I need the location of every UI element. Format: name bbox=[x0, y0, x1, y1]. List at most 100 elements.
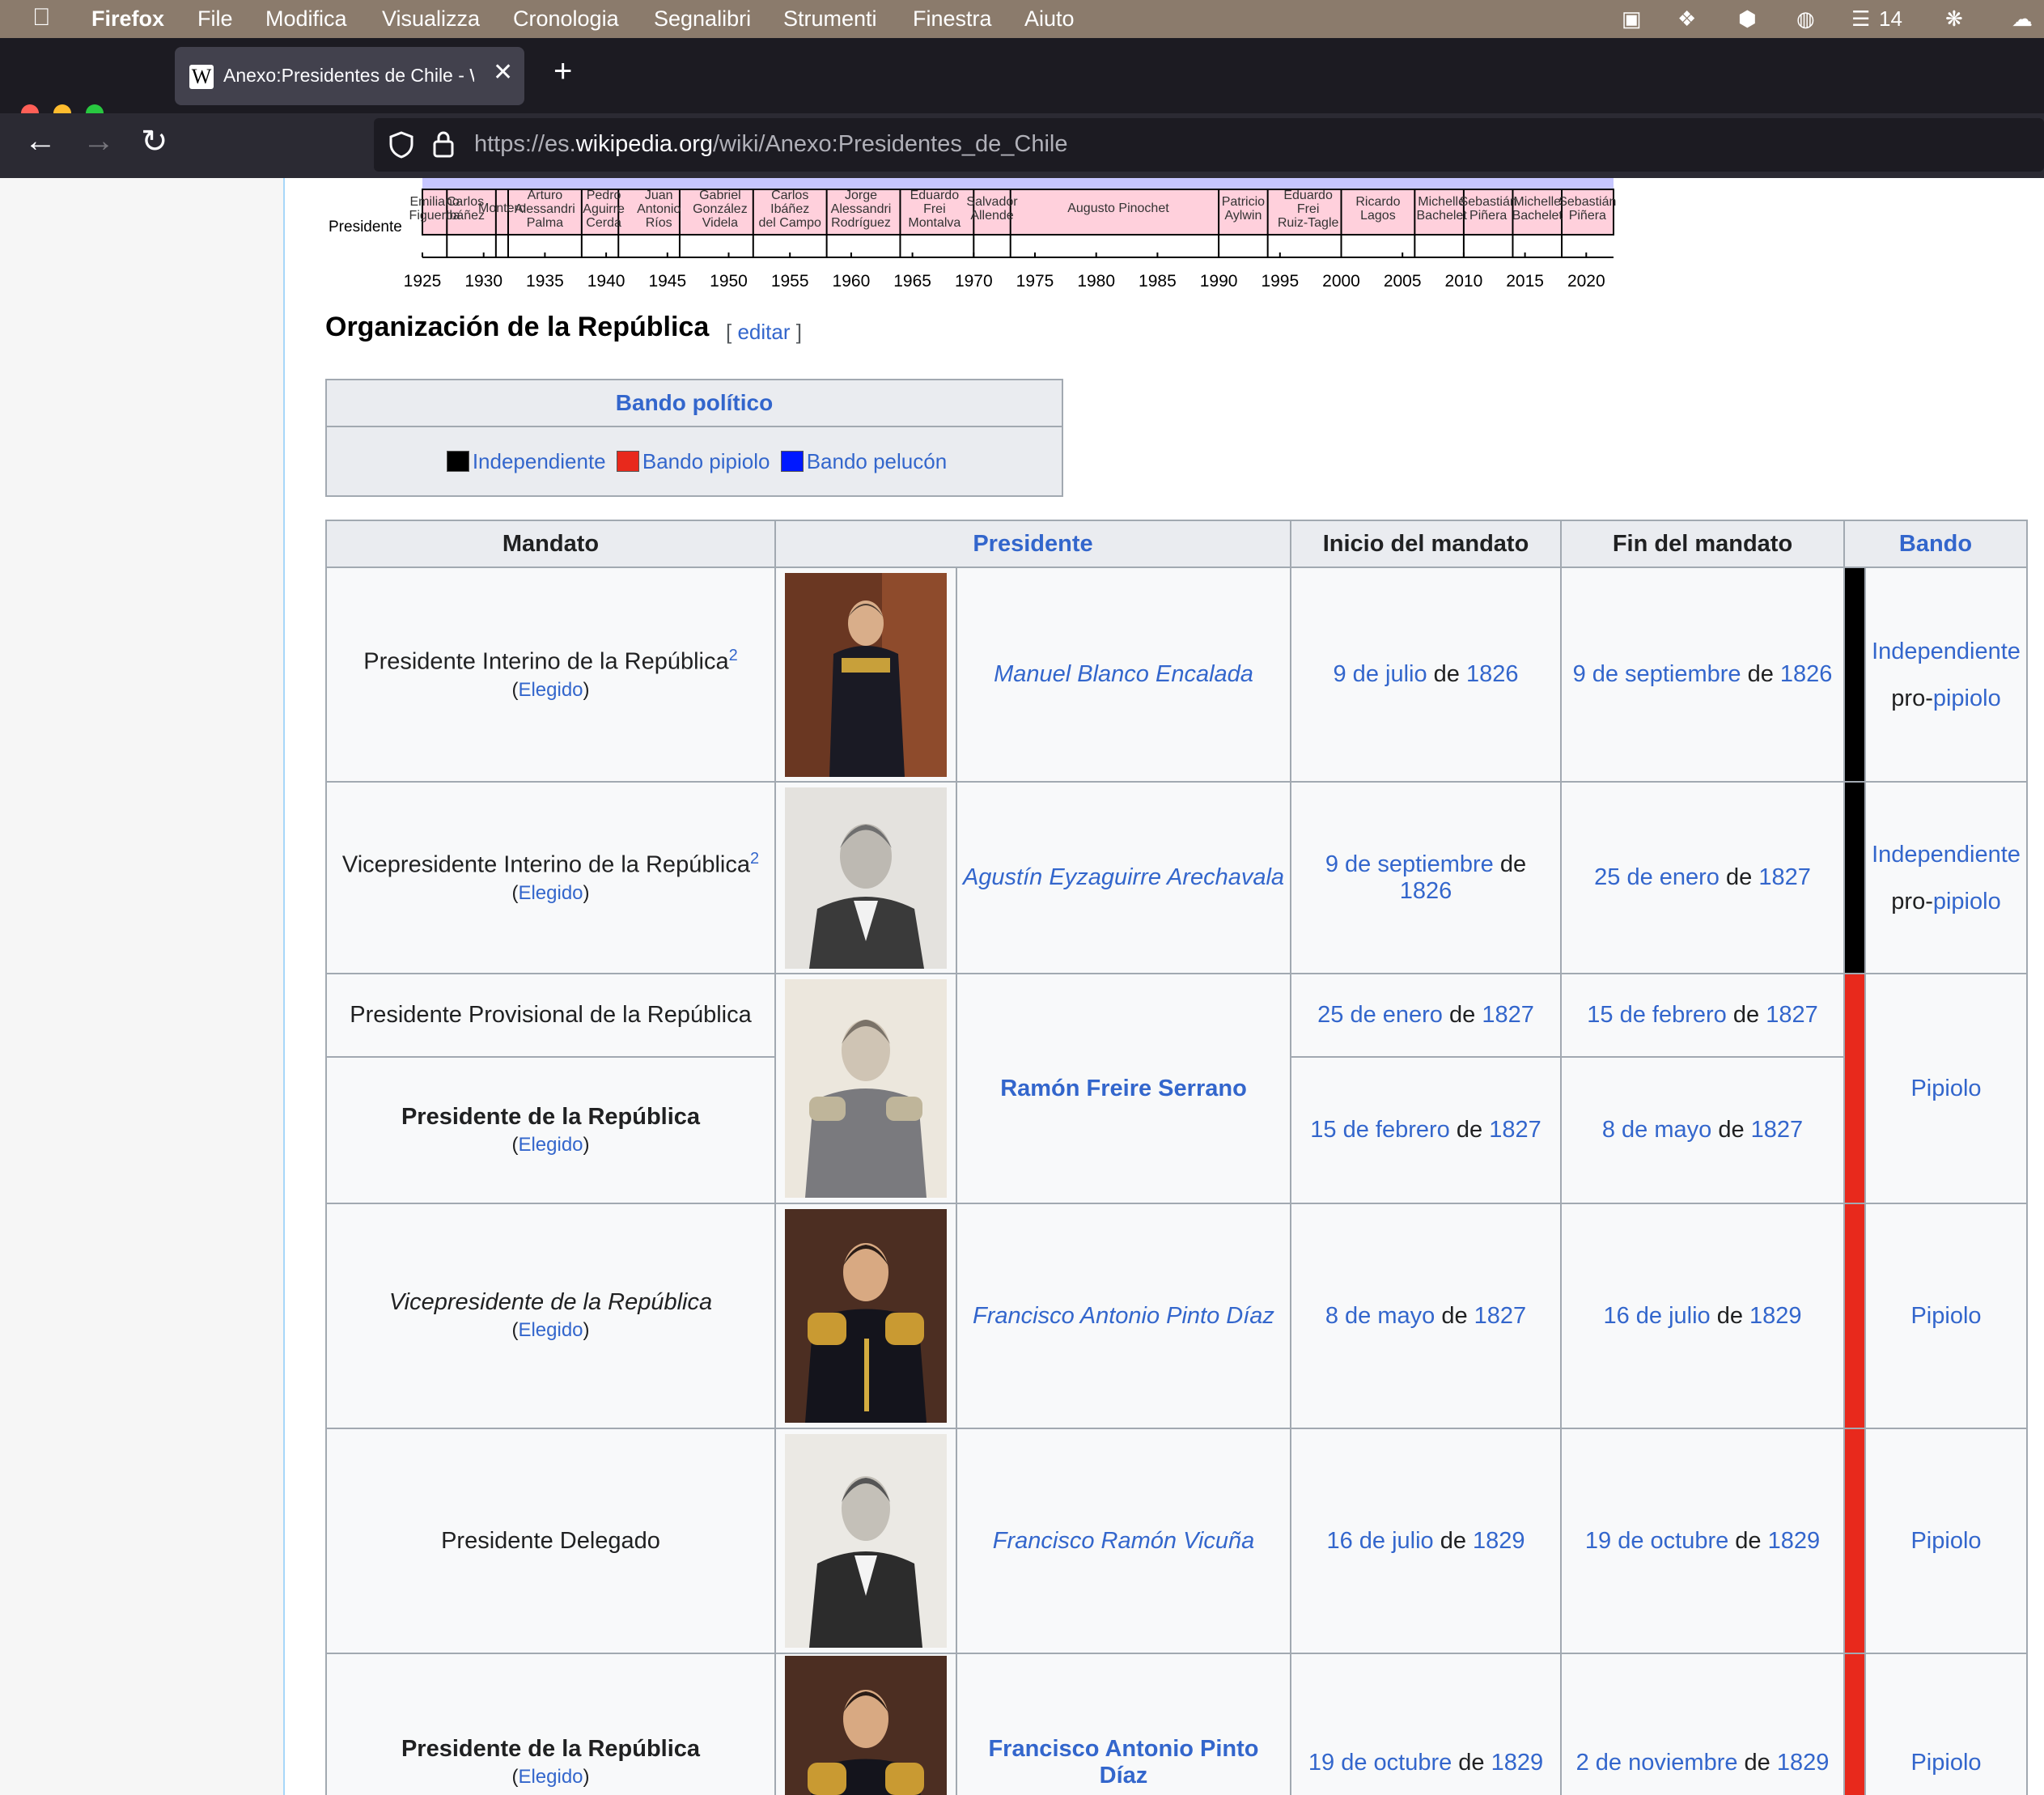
bando-link[interactable]: Pipiolo bbox=[1910, 1750, 1981, 1776]
notes-icon[interactable]: ☰ bbox=[1851, 6, 1870, 32]
aperture-icon[interactable]: ❋ bbox=[1945, 6, 1963, 32]
bando2-link[interactable]: pipiolo bbox=[1933, 685, 2001, 711]
date-link[interactable]: 19 de octubre bbox=[1585, 1528, 1728, 1554]
date-link[interactable]: 9 de septiembre bbox=[1573, 661, 1741, 687]
year-link[interactable]: 1827 bbox=[1751, 1117, 1804, 1143]
elegido-link[interactable]: Elegido bbox=[518, 1134, 583, 1156]
video-icon[interactable]: ▣ bbox=[1622, 6, 1642, 32]
apple-icon[interactable]:  bbox=[32, 4, 51, 32]
president-link[interactable]: Francisco Antonio Pinto Díaz bbox=[988, 1736, 1258, 1789]
bando-link[interactable]: Pipiolo bbox=[1910, 1303, 1981, 1329]
date-link[interactable]: 25 de enero bbox=[1317, 1002, 1443, 1028]
bando-link[interactable]: Pipiolo bbox=[1910, 1528, 1981, 1554]
date-link[interactable]: 19 de octubre bbox=[1308, 1750, 1452, 1776]
year-link[interactable]: 1829 bbox=[1768, 1528, 1821, 1554]
elegido-link[interactable]: Elegido bbox=[518, 1766, 583, 1788]
forward-arrow-icon[interactable]: → bbox=[83, 123, 115, 159]
year-link[interactable]: 1827 bbox=[1474, 1303, 1527, 1329]
footnote-link[interactable]: 2 bbox=[750, 850, 759, 868]
menu-finestra[interactable]: Finestra bbox=[913, 6, 992, 32]
menu-file[interactable]: File bbox=[197, 6, 233, 32]
year-link[interactable]: 1829 bbox=[1749, 1303, 1802, 1329]
timeline-president-name[interactable]: Patricio Aylwin bbox=[1222, 195, 1265, 223]
url-text[interactable]: https://es.wikipedia.org/wiki/Anexo:Pres… bbox=[474, 131, 1067, 158]
date-link[interactable]: 16 de julio bbox=[1326, 1528, 1433, 1554]
date-link[interactable]: 9 de julio bbox=[1334, 661, 1427, 687]
portrait-image[interactable] bbox=[785, 1434, 947, 1648]
table-row: Presidente de la República (Elegido) Fran… bbox=[325, 1653, 2028, 1795]
cloud-icon[interactable]: ☁ bbox=[2012, 6, 2033, 32]
url-bar[interactable]: https://es.wikipedia.org/wiki/Anexo:Pres… bbox=[374, 118, 2044, 172]
menu-aiuto[interactable]: Aiuto bbox=[1024, 6, 1075, 32]
legend-independiente-link[interactable]: Independiente bbox=[473, 449, 606, 473]
shield-icon[interactable] bbox=[388, 131, 414, 159]
president-link[interactable]: Agustín Eyzaguirre Arechavala bbox=[963, 864, 1284, 890]
reload-icon[interactable]: ↻ bbox=[141, 123, 168, 160]
timeline-year-label: 1970 bbox=[955, 272, 993, 291]
president-link[interactable]: Francisco Ramón Vicuña bbox=[993, 1528, 1254, 1554]
menu-visualizza[interactable]: Visualizza bbox=[382, 6, 480, 32]
edit-link[interactable]: editar bbox=[737, 320, 790, 344]
bando-link[interactable]: Independiente bbox=[1872, 842, 2021, 868]
timer-icon[interactable]: ◍ bbox=[1796, 6, 1815, 32]
menu-cronologia[interactable]: Cronologia bbox=[513, 6, 619, 32]
timeline-president-name[interactable]: Salvador Allende bbox=[966, 195, 1018, 223]
menu-strumenti[interactable]: Strumenti bbox=[783, 6, 877, 32]
timeline-president-name[interactable]: Pedro Aguirre Cerda bbox=[583, 189, 625, 230]
tab-wikipedia[interactable]: W Anexo:Presidentes de Chile - Wi ✕ bbox=[175, 47, 524, 105]
year-link[interactable]: 1826 bbox=[1400, 878, 1452, 904]
timeline-president-name[interactable]: Michelle Bachelet bbox=[1512, 195, 1563, 223]
menu-firefox[interactable]: Firefox bbox=[91, 6, 164, 32]
date-link[interactable]: 15 de febrero bbox=[1310, 1117, 1450, 1143]
legend-pipiolo-link[interactable]: Bando pipiolo bbox=[642, 449, 770, 473]
header-bando-link[interactable]: Bando bbox=[1899, 531, 1972, 557]
president-link[interactable]: Ramón Freire Serrano bbox=[1000, 1076, 1247, 1101]
date-link[interactable]: 8 de mayo bbox=[1602, 1117, 1711, 1143]
date-link[interactable]: 15 de febrero bbox=[1587, 1002, 1727, 1028]
new-tab-button[interactable]: + bbox=[553, 53, 572, 90]
timeline-president-name[interactable]: Augusto Pinochet bbox=[1067, 202, 1169, 215]
menu-modifica[interactable]: Modifica bbox=[265, 6, 347, 32]
date-link[interactable]: 2 de noviembre bbox=[1576, 1750, 1738, 1776]
bando-link[interactable]: Pipiolo bbox=[1910, 1076, 1981, 1101]
year-link[interactable]: 1827 bbox=[1758, 864, 1811, 890]
elegido-link[interactable]: Elegido bbox=[518, 679, 583, 701]
bando-link[interactable]: Independiente bbox=[1872, 639, 2021, 664]
mandato-cell: Presidente Interino de la República2 (Ele… bbox=[325, 567, 776, 783]
portrait-image[interactable] bbox=[785, 572, 947, 777]
dropbox-icon[interactable]: ❖ bbox=[1677, 6, 1696, 32]
edit-section-link[interactable]: [ editar ] bbox=[726, 320, 802, 345]
menu-segnalibri[interactable]: Segnalibri bbox=[654, 6, 751, 32]
year-link[interactable]: 1826 bbox=[1466, 661, 1519, 687]
year-link[interactable]: 1829 bbox=[1473, 1528, 1525, 1554]
presidents-table: Mandato Presidente Inicio del mandato Fi… bbox=[325, 520, 2028, 1795]
year-link[interactable]: 1827 bbox=[1489, 1117, 1541, 1143]
close-tab-icon[interactable]: ✕ bbox=[493, 58, 513, 87]
date-link[interactable]: 9 de septiembre bbox=[1325, 851, 1494, 877]
elegido-link[interactable]: Elegido bbox=[518, 882, 583, 904]
footnote-link[interactable]: 2 bbox=[729, 647, 738, 664]
legend-pelucon-link[interactable]: Bando pelucón bbox=[807, 449, 947, 473]
bando2-link[interactable]: pipiolo bbox=[1933, 889, 2001, 914]
year-link[interactable]: 1829 bbox=[1491, 1750, 1544, 1776]
president-link[interactable]: Francisco Antonio Pinto Díaz bbox=[973, 1303, 1274, 1329]
portrait-image[interactable] bbox=[785, 1656, 947, 1795]
year-link[interactable]: 1827 bbox=[1766, 1002, 1818, 1028]
portrait-image[interactable] bbox=[785, 787, 947, 969]
president-link[interactable]: Manuel Blanco Encalada bbox=[994, 661, 1253, 687]
date-link[interactable]: 16 de julio bbox=[1603, 1303, 1710, 1329]
elegido-link[interactable]: Elegido bbox=[518, 1319, 583, 1341]
date-link[interactable]: 8 de mayo bbox=[1325, 1303, 1435, 1329]
year-link[interactable]: 1826 bbox=[1780, 661, 1833, 687]
date-link[interactable]: 25 de enero bbox=[1594, 864, 1720, 890]
bando-politico-link[interactable]: Bando político bbox=[616, 390, 773, 415]
timeline-president-name[interactable]: Ricardo Lagos bbox=[1355, 195, 1400, 223]
year-link[interactable]: 1827 bbox=[1482, 1002, 1534, 1028]
portrait-image[interactable] bbox=[785, 1209, 947, 1423]
inicio-cell: 16 de julio de 1829 bbox=[1290, 1428, 1562, 1654]
shortcut-icon[interactable]: ⬢ bbox=[1738, 6, 1757, 32]
year-link[interactable]: 1829 bbox=[1777, 1750, 1830, 1776]
back-arrow-icon[interactable]: ← bbox=[24, 123, 57, 159]
header-presidente-link[interactable]: Presidente bbox=[973, 531, 1092, 557]
portrait-image[interactable] bbox=[785, 979, 947, 1198]
